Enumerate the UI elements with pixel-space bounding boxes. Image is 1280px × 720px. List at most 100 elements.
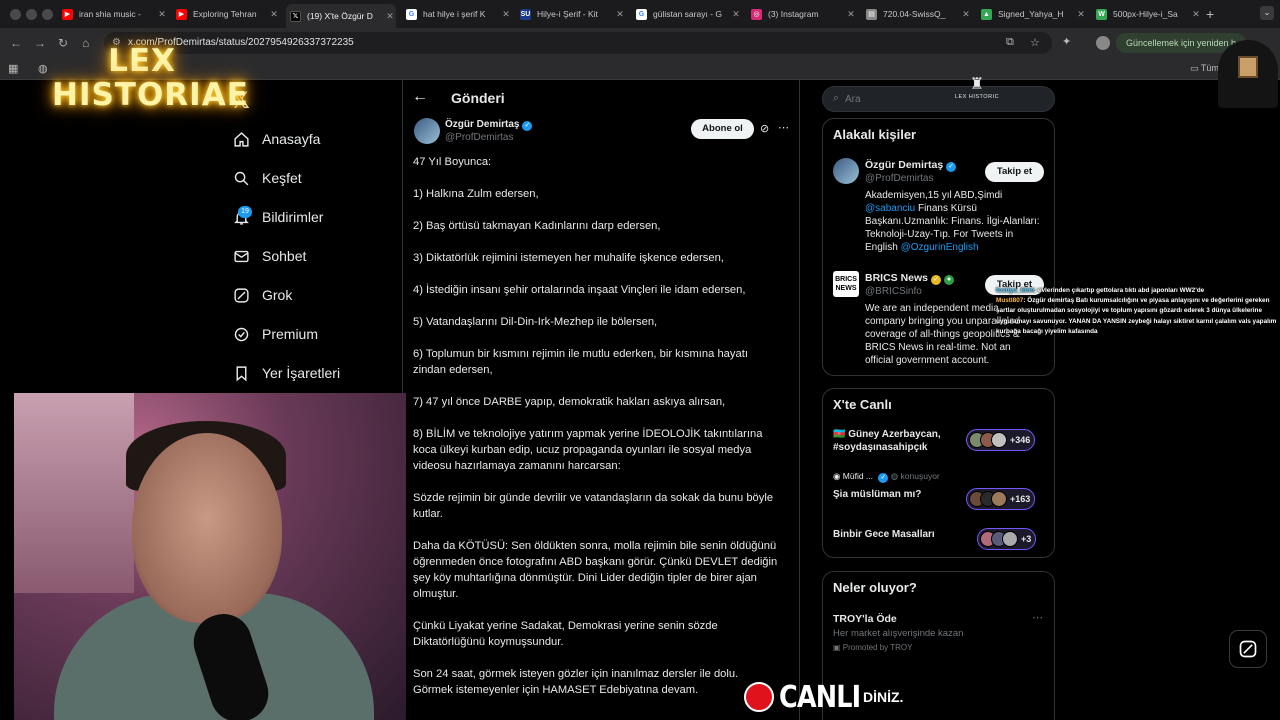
trends-title: Neler oluyor? [833,580,917,595]
browser-tab[interactable]: ▶ iran shia music - ✕ [58,4,168,24]
avatar[interactable] [833,158,859,184]
sidebar-item-bookmarks[interactable]: Yer İşaretleri [232,359,340,387]
bookmark-icon [232,364,250,382]
space-title[interactable]: Binbir Gece Masalları [833,528,935,541]
premium-icon [232,325,250,343]
tab-close-icon[interactable]: ✕ [1190,9,1202,20]
profile-avatar[interactable] [1096,36,1110,50]
tab-close-icon[interactable]: ✕ [730,9,742,20]
webcam-feed [14,393,406,720]
sidebar-item-premium[interactable]: Premium [232,320,318,348]
live-suffix-text: DİNİZ. [863,689,904,705]
sidebar-item-explore[interactable]: Keşfet [232,164,302,192]
all-bookmarks-folder[interactable]: ▭ Tüm [1190,63,1219,74]
su-icon: SU [520,8,531,20]
more-options-icon[interactable]: ⋯ [1032,611,1043,624]
back-arrow-icon[interactable]: ← [412,88,428,106]
google-icon: G [406,8,417,20]
related-person-handle[interactable]: @BRICSinfo [865,286,922,297]
sidebar-item-chat[interactable]: Sohbet [232,242,306,270]
grok-floating-button[interactable] [1229,630,1267,668]
subscribe-button[interactable]: Abone ol [691,119,754,139]
window-close-control[interactable] [10,9,21,20]
browser-tab[interactable]: W 500px-Hilye-i_Sa ✕ [1092,4,1202,24]
related-person-bio: Akademisyen,15 yıl ABD,Şimdi @sabanciu F… [865,190,1040,253]
tab-close-icon[interactable]: ✕ [614,9,626,20]
tweet-line: şey köy muhtarlığına dönmüştür. Dini Lid… [413,572,757,584]
forward-icon[interactable]: → [34,36,46,50]
tab-close-icon[interactable]: ✕ [845,9,857,20]
browser-tab[interactable]: ▲ Signed_Yahya_H ✕ [977,4,1087,24]
tab-close-icon[interactable]: ✕ [156,9,168,20]
streamer-face [132,433,282,623]
browser-tab[interactable]: G hat hilye i şerif K ✕ [402,4,512,24]
space-title[interactable]: Şia müslüman mı? [833,488,921,501]
browser-tab[interactable]: G gülistan sarayı - G ✕ [632,4,742,24]
window-zoom-control[interactable] [42,9,53,20]
space-listeners-pill[interactable]: +3 [977,528,1037,550]
space-host[interactable]: ◉ Müfid ... ✓ ◍ konuşuyor [833,471,940,483]
tweet-line: 3) Diktatörlük rejimini istemeyen her mu… [413,252,724,264]
tab-close-icon[interactable]: ✕ [960,9,972,20]
extensions-icon[interactable]: ✦ [1062,35,1071,48]
verified-icon: ✓ [946,162,957,172]
install-app-icon[interactable]: ⧉ [1006,36,1014,49]
globe-icon[interactable]: ◍ [38,62,48,75]
apps-grid-icon[interactable]: ▦ [8,62,18,75]
live-indicator: CANLI [744,680,875,715]
tweet-line: Diktatörlüğünü koymuşsundur. [413,636,564,648]
more-options-icon[interactable]: ⋯ [778,121,789,134]
chat-message: Mustl807: Özgür demirtaş Batı kurumsalcı… [996,297,1277,335]
sidebar-item-home[interactable]: Anasayfa [232,125,320,153]
tweet-line: zindan edersen, [413,364,493,376]
back-icon[interactable]: ← [10,36,22,50]
affiliate-icon: ● [944,275,955,285]
browser-tab[interactable]: SU Hilye-i Şerif - Kit ✕ [516,4,626,24]
browser-tab[interactable]: ◎ (3) Instagram ✕ [747,4,857,24]
tweet-line: 6) Toplumun bir kısmını rejimin ile mutl… [413,348,748,360]
brics-avatar[interactable]: BRICS NEWS [833,271,859,297]
related-person-name[interactable]: Özgür Demirtaş ✓ [865,159,957,172]
tweet-line: kutlar. [413,508,443,520]
mention-link[interactable]: @sabanciu [865,203,915,214]
author-name[interactable]: Özgür Demirtaş ✓ [445,119,533,131]
browser-tab[interactable]: ▶ Exploring Tehran ✕ [172,4,280,24]
trend-item-title[interactable]: TROY'la Öde [833,613,897,625]
search-icon [232,169,250,187]
window-minimize-control[interactable] [26,9,37,20]
tab-close-icon[interactable]: ✕ [384,11,396,22]
browser-tab[interactable]: ▤ 720.04-SwissQ_ ✕ [862,4,972,24]
author-handle[interactable]: @ProfDemirtas [445,132,514,143]
tab-close-icon[interactable]: ✕ [1075,9,1087,20]
related-person-handle[interactable]: @ProfDemirtas [865,173,934,184]
space-listeners-pill[interactable]: +346 [966,429,1036,451]
star-icon[interactable]: ☆ [1030,36,1040,49]
related-person-name[interactable]: BRICS News ✓ ● [865,272,955,285]
grok-explain-icon[interactable]: ⊘ [760,122,769,135]
mention-link[interactable]: @OzgurinEnglish [901,242,979,253]
tweet-line: koca ülkeyi kurban edip, ucuz propaganda… [413,444,752,456]
space-title[interactable]: 🇦🇿 Güney Azerbaycan, #soydaşınasahipçık [833,428,941,454]
hoodie-print [1238,56,1258,78]
address-bar[interactable]: ⚙ x.com/ProfDemirtas/status/202795492633… [104,32,1052,54]
tab-close-icon[interactable]: ✕ [268,9,280,20]
home-icon [232,130,250,148]
live-spaces-title: X'te Canlı [833,397,892,412]
space-listeners-pill[interactable]: +163 [966,488,1036,510]
tab-close-icon[interactable]: ✕ [500,9,512,20]
browser-tab-active[interactable]: 𝕏 (19) X'te Özgür D ✕ [286,4,396,28]
search-input[interactable]: ⌕ Ara [822,86,1055,112]
wiki-icon: W [1096,8,1107,20]
tweet-line: 5) Vatandaşlarını Dil-Din-Irk-Mezhep ile… [413,316,658,328]
tweet-line: videosu hazırlamaya zamanını harcarsan: [413,460,621,472]
folder-icon: ▭ [1190,63,1201,73]
tab-search-icon[interactable]: ⌄ [1260,6,1274,20]
author-avatar[interactable] [414,118,440,144]
follow-button[interactable]: Takip et [985,162,1044,182]
sidebar-item-grok[interactable]: Grok [232,281,292,309]
x-icon: 𝕏 [290,10,301,22]
search-icon: ⌕ [833,92,840,104]
mail-icon [232,247,250,265]
new-tab-button[interactable]: + [1206,6,1214,22]
verified-icon: ✓ [522,121,533,131]
